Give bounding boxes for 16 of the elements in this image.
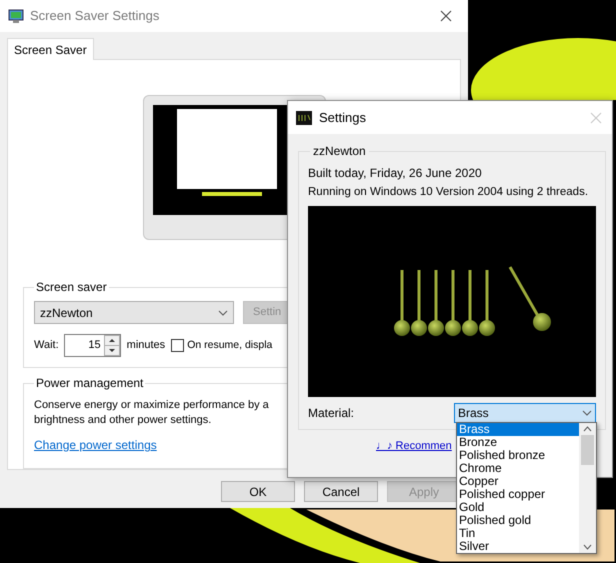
window-title: Screen Saver Settings (30, 7, 160, 26)
material-label: Material: (308, 405, 354, 422)
info-text: Running on Windows 10 Version 2004 using 2 threads. (308, 185, 588, 200)
wait-unit: minutes (126, 338, 166, 354)
dropdown-value: Brass (458, 405, 489, 422)
power-description: Conserve energy or maximize performance by a (34, 398, 269, 413)
group-heading: Screen saver (35, 279, 108, 296)
info-text: Built today, Friday, 26 June 2020 (308, 165, 482, 182)
wait-label: Wait: (34, 338, 59, 354)
on-resume-label: On resume, displa (187, 338, 272, 353)
window-title: Settings (319, 108, 366, 127)
dropdown-value: zzNewton (40, 304, 93, 322)
group-heading: zzNewton (312, 143, 367, 160)
power-description: brightness and other power settings. (34, 413, 212, 428)
group-heading: Power management (35, 375, 144, 392)
wait-value: 15 (87, 338, 102, 354)
